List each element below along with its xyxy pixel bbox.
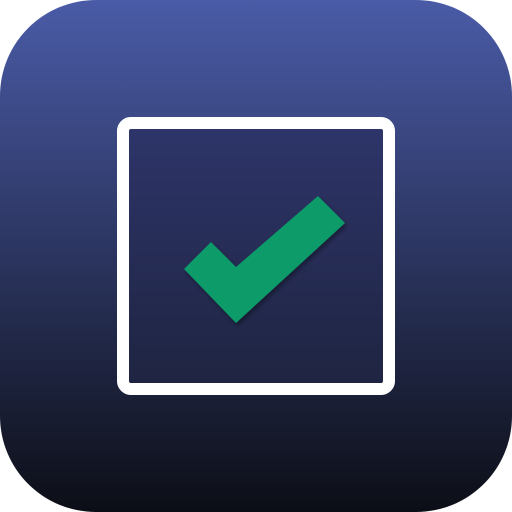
app-icon bbox=[0, 0, 512, 512]
checkbox-app-icon bbox=[0, 0, 512, 512]
